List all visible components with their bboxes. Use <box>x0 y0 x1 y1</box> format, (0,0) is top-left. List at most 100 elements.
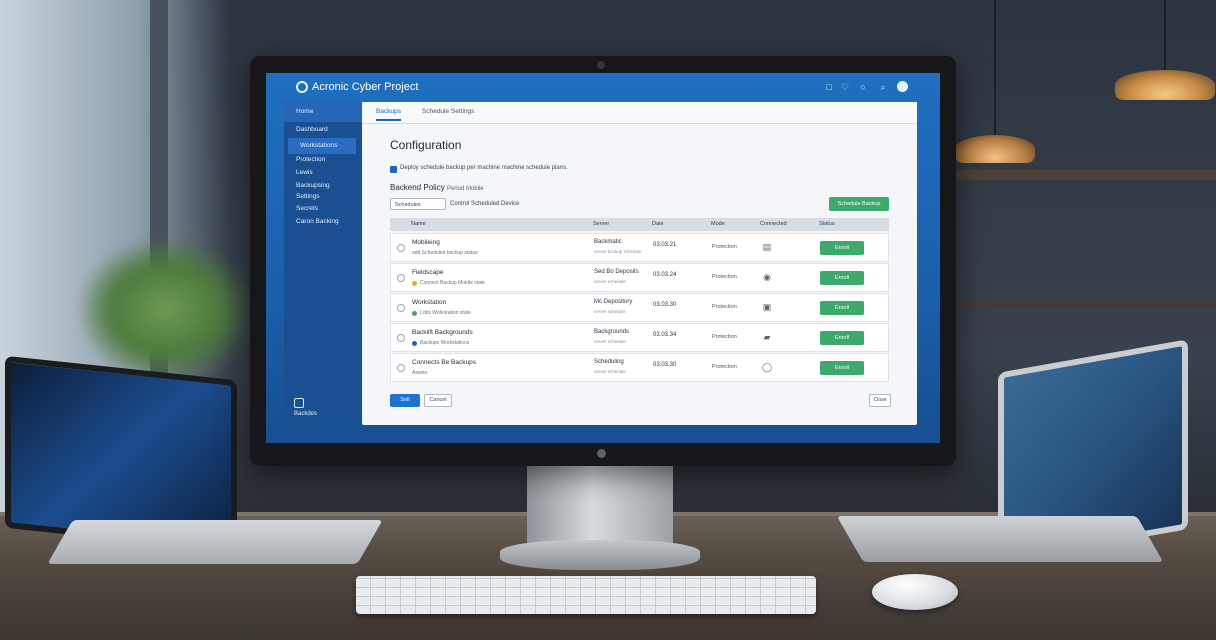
row-date: 03.03.24 <box>653 272 677 278</box>
pendant-lamp <box>1115 70 1215 100</box>
bell-icon[interactable]: ♡ <box>840 82 850 92</box>
status-dot-icon <box>412 281 417 286</box>
enroll-button[interactable]: Enroll <box>820 361 864 375</box>
table-row[interactable]: Backlift Backgrounds Backups Workstation… <box>390 323 889 352</box>
filter-label: Control Scheduled Device <box>450 201 520 207</box>
enroll-button[interactable]: Enroll <box>820 271 864 285</box>
notification-icon[interactable]: □ <box>824 82 834 92</box>
shelf <box>955 170 1216 180</box>
main-panel: Backups Schedule Settings Configuration … <box>362 102 917 425</box>
app-title: Acronic Cyber Project <box>312 81 419 93</box>
row-radio[interactable] <box>397 244 405 252</box>
row-server-sub: server backup schedule <box>594 249 642 254</box>
status-dot-icon <box>412 311 417 316</box>
power-button[interactable] <box>597 449 606 458</box>
webcam <box>597 61 605 69</box>
sidebar-item-dashboard[interactable]: Dashboard <box>284 122 362 138</box>
row-radio[interactable] <box>397 364 405 372</box>
column-header-status[interactable]: Status <box>819 221 835 227</box>
column-header-date[interactable]: Date <box>652 221 664 227</box>
row-date: 03.03.30 <box>653 362 677 368</box>
server-icon: ▤ <box>762 242 772 252</box>
save-button[interactable]: Sell <box>390 394 420 407</box>
tab-bar: Backups Schedule Settings <box>362 102 917 124</box>
close-button[interactable]: Close <box>869 394 891 407</box>
table-header: Name Server Date Mode Connected Status <box>390 218 889 231</box>
plant <box>80 240 250 380</box>
sidebar-footer-label[interactable]: Backdes <box>294 411 317 417</box>
page-title: Configuration <box>390 138 462 152</box>
pendant-lamp <box>955 135 1035 163</box>
disk-icon: ▣ <box>762 302 772 312</box>
column-header-mode[interactable]: Mode <box>711 221 725 227</box>
table-row[interactable]: Mobileing add Scheduled backup status Ba… <box>390 233 889 262</box>
monitor-stand-base <box>500 540 700 570</box>
section-subtitle: Period Mobile <box>446 186 484 192</box>
row-server: Sed Bo Deposits <box>594 269 639 275</box>
row-server-sub: server schedule <box>594 279 626 284</box>
lamp-cord <box>994 0 996 137</box>
row-server: Scheduling <box>594 359 624 365</box>
row-mode: Protection <box>712 304 737 310</box>
status-dot-icon <box>412 341 417 346</box>
table-row[interactable]: Connects Be Backups Assets Scheduling se… <box>390 353 889 382</box>
tab-schedule-settings[interactable]: Schedule Settings <box>422 108 474 115</box>
row-radio[interactable] <box>397 334 405 342</box>
row-subtitle: Assets <box>412 370 428 376</box>
laptop-left-keyboard <box>47 520 383 564</box>
sidebar-item-caron-backing[interactable]: Caron Backing <box>284 214 362 230</box>
row-mode: Protection <box>712 244 737 250</box>
monitor-stand <box>527 466 673 546</box>
row-name: Connects Be Backups <box>412 359 476 366</box>
row-subtitle: add Scheduled backup status <box>412 250 478 256</box>
schedule-filter-select[interactable]: Schedules <box>390 198 446 210</box>
row-mode: Protection <box>712 364 737 370</box>
row-date: 03.03.34 <box>653 332 677 338</box>
sidebar: Home Dashboard Workstations Protection L… <box>284 102 362 424</box>
row-server-sub: server schedule <box>594 339 626 344</box>
column-header-server[interactable]: Server <box>593 221 609 227</box>
lock-icon: ◯ <box>762 362 773 372</box>
row-mode: Protection <box>712 274 737 280</box>
row-server: Mc Depository <box>594 299 633 305</box>
row-subtitle: Lobs Workstation state <box>420 310 471 316</box>
monitor-screen: Acronic Cyber Project □ ♡ ○ ⌕ Home Dashb… <box>266 73 940 443</box>
app-header: Acronic Cyber Project □ ♡ ○ ⌕ <box>266 73 940 103</box>
column-header-name[interactable]: Name <box>411 221 426 227</box>
row-mode: Protection <box>712 334 737 340</box>
row-radio[interactable] <box>397 274 405 282</box>
lamp-cord <box>1164 0 1166 72</box>
row-server: Backgrounds <box>594 329 630 335</box>
enroll-button[interactable]: Enroll <box>820 331 864 345</box>
row-server-sub: server schedule <box>594 309 626 314</box>
section-title-text: Backend Policy <box>390 183 445 192</box>
cancel-button[interactable]: Cancel <box>424 394 452 407</box>
table-row[interactable]: Fieldscape Connect Backup Mobile state S… <box>390 263 889 292</box>
avatar[interactable] <box>897 81 908 92</box>
shelf <box>955 300 1216 308</box>
row-date: 03.03.30 <box>653 302 677 308</box>
row-name: Backlift Backgrounds <box>412 329 473 336</box>
schedule-backup-button[interactable]: Schedule Backup <box>829 197 889 211</box>
shield-icon: ▰ <box>763 332 771 342</box>
drive-icon: ◉ <box>763 272 771 282</box>
globe-icon[interactable]: ○ <box>858 82 868 92</box>
row-radio[interactable] <box>397 304 405 312</box>
logo-icon <box>296 81 308 93</box>
book-icon[interactable] <box>294 398 304 408</box>
row-subtitle: Backups Workstations <box>420 340 470 346</box>
mouse <box>872 574 958 610</box>
deploy-checkbox[interactable] <box>390 166 397 173</box>
row-date: 03.03.21 <box>653 242 677 248</box>
enroll-button[interactable]: Enroll <box>820 301 864 315</box>
sidebar-item-home[interactable]: Home <box>284 102 362 122</box>
keyboard <box>356 576 816 614</box>
tab-backups[interactable]: Backups <box>376 108 401 121</box>
row-name: Fieldscape <box>412 269 444 276</box>
table-row[interactable]: Workstation Lobs Workstation state Mc De… <box>390 293 889 322</box>
checkbox-label: Deploy schedule backup per machine machi… <box>400 165 568 171</box>
row-server-sub: server schedule <box>594 369 626 374</box>
enroll-button[interactable]: Enroll <box>820 241 864 255</box>
column-header-connected[interactable]: Connected <box>760 221 787 227</box>
search-icon[interactable]: ⌕ <box>878 82 888 92</box>
